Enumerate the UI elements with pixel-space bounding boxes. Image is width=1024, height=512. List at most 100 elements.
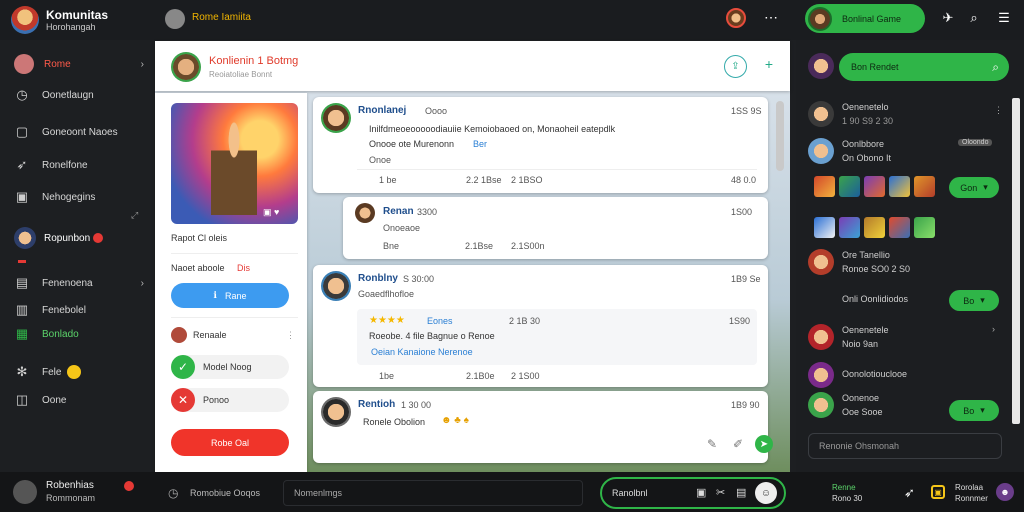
primary-button[interactable]: ℹ Rane xyxy=(171,283,289,308)
reply-stat[interactable]: 2.1S00n xyxy=(511,241,545,251)
sidebar-item-profile[interactable]: Ropunbon xyxy=(14,227,144,249)
post-link[interactable]: Ber xyxy=(473,139,487,149)
list-item[interactable]: Renaale ⋮ xyxy=(171,325,295,345)
game-thumbnail[interactable] xyxy=(864,217,885,238)
share-icon[interactable]: ⇪ xyxy=(724,55,747,78)
post-author[interactable]: Rnonlanej xyxy=(358,105,406,116)
scrollbar[interactable] xyxy=(776,101,784,171)
post-stat[interactable]: 2 1BSO xyxy=(511,175,543,185)
message-input[interactable]: Renonie Ohsmonah xyxy=(808,433,1002,459)
gif-icon[interactable]: ▤ xyxy=(736,486,746,499)
bottom-search[interactable]: Nomenlmgs xyxy=(283,480,583,506)
bo-button-2[interactable]: Bo ▾ xyxy=(949,400,999,421)
list-item[interactable]: ✓ Model Noog xyxy=(171,355,289,379)
chevron-right-icon[interactable]: › xyxy=(992,324,995,334)
sidebar-item-chat[interactable]: ▢ Goneoont Naoes xyxy=(14,121,144,143)
go-button[interactable]: Gon ▾ xyxy=(949,177,999,198)
sidebar-item-games[interactable]: ▦ Bonlado xyxy=(14,323,144,345)
contact-row[interactable]: Oenenetelo 1 90 S9 2 30 ⋮ xyxy=(808,101,1008,131)
sidebar-item-label: Nehogegins xyxy=(42,191,96,203)
game-thumbnail[interactable] xyxy=(889,217,910,238)
avatar-action-icon[interactable]: ☺ xyxy=(755,482,777,504)
game-thumbnail[interactable] xyxy=(914,176,935,197)
send-icon[interactable]: ➤ xyxy=(755,435,773,453)
bo-button[interactable]: Bo ▾ xyxy=(949,290,999,311)
game-thumbnails xyxy=(814,217,939,241)
contact-row[interactable]: Ore Tanellio Ronoe SO0 2 S0 xyxy=(808,249,1008,279)
sidebar-item-label: Fenebolel xyxy=(42,304,86,316)
game-thumbnail[interactable] xyxy=(864,176,885,197)
sidebar-item-clock[interactable]: ◷ Oonetlaugn xyxy=(14,84,144,106)
more-icon[interactable]: ⋮ xyxy=(994,105,1003,116)
post-stat[interactable]: 1 be xyxy=(379,175,397,185)
game-thumbnail[interactable] xyxy=(814,217,835,238)
post-avatar[interactable] xyxy=(321,271,351,301)
bottom-left-label[interactable]: Romobiue Ooqos xyxy=(190,488,260,498)
contact-avatar xyxy=(808,249,834,275)
expand-icon[interactable]: ⤢ xyxy=(131,210,138,221)
post-stat[interactable]: 2 1S00 xyxy=(511,371,540,381)
pencil-icon[interactable]: ✎ xyxy=(707,437,717,451)
search-icon[interactable]: ⌕ xyxy=(966,10,982,26)
scrollbar[interactable] xyxy=(1012,98,1020,424)
game-thumbnail[interactable] xyxy=(889,176,910,197)
sidebar-item-messages[interactable]: ▣ Nehogegins xyxy=(14,186,144,208)
sidebar-item-friends[interactable]: ▤ Fenenoena › xyxy=(14,272,144,294)
post-stat[interactable]: 2.1B0e xyxy=(466,371,495,381)
breadcrumb[interactable]: Rome Iamiita xyxy=(192,12,251,23)
reply-stat[interactable]: Bne xyxy=(383,241,399,251)
right-search[interactable]: Bon Rendet ⌕ xyxy=(839,53,1009,81)
attach-icon[interactable]: ✐ xyxy=(733,437,743,451)
game-thumbnail[interactable] xyxy=(839,176,860,197)
reply-author[interactable]: Renan xyxy=(383,206,414,217)
rocket-icon[interactable]: ✈ xyxy=(940,10,956,26)
bottom-avatar[interactable] xyxy=(13,480,37,504)
quoted-author[interactable]: Eones xyxy=(427,316,453,326)
more-dots-icon[interactable]: ⋯ xyxy=(764,9,778,25)
sidebar-item-groups[interactable]: ▥ Fenebolel xyxy=(14,299,144,321)
list-item[interactable]: ✕ Ponoo xyxy=(171,388,289,412)
game-button[interactable]: Bonlinal Game xyxy=(805,4,925,33)
notification-avatar[interactable] xyxy=(726,8,746,28)
game-thumbnail[interactable] xyxy=(814,176,835,197)
sidebar-item-help[interactable]: ◫ Oone xyxy=(14,389,144,411)
user-avatar-small[interactable] xyxy=(165,9,185,29)
post-author[interactable]: Rentioh xyxy=(358,399,395,410)
sidebar-item-home[interactable]: Rome › xyxy=(14,53,144,75)
go-button-label: Gon xyxy=(960,182,978,193)
post-avatar[interactable] xyxy=(321,103,351,133)
contact-row[interactable]: Oonolotiouclooe xyxy=(808,362,1008,388)
reply-stat[interactable]: 2.1Bse xyxy=(465,241,493,251)
quoted-link[interactable]: Oeian Kanaione Nerenoe xyxy=(371,347,473,357)
post-action[interactable]: 48 0.0 xyxy=(731,175,756,185)
game-thumbnail[interactable] xyxy=(839,217,860,238)
sidebar-item-rocket[interactable]: ➶ Ronelfone xyxy=(14,154,144,176)
user-avatar[interactable] xyxy=(808,53,834,79)
post-avatar[interactable] xyxy=(321,397,351,427)
post-stat[interactable]: 2.2 1Bse xyxy=(466,175,502,185)
contact-badge: Oloondo xyxy=(958,139,993,146)
post-author[interactable]: Ronblny xyxy=(358,273,398,284)
reply-avatar[interactable] xyxy=(355,203,375,223)
more-icon[interactable]: ⋮ xyxy=(286,330,295,341)
clock-icon[interactable]: ◷ xyxy=(168,486,178,500)
game-thumbnail[interactable] xyxy=(914,217,935,238)
contact-row[interactable]: Oonlbbore On Obono It Oloondo xyxy=(808,138,1008,168)
badge-icon[interactable]: ▣ xyxy=(931,485,945,499)
quoted-post[interactable]: ★★★★ Eones 2 1B 30 1S90 Roeobe. 4 file B… xyxy=(357,309,757,365)
danger-button-label: Robe Oal xyxy=(210,437,250,448)
contact-row[interactable]: Oenenetele Noio 9an › xyxy=(808,324,1008,354)
post-stat[interactable]: 1be xyxy=(379,371,394,381)
sidebar-item-settings[interactable]: ✻ Fele xyxy=(14,361,144,383)
danger-button[interactable]: Robe Oal xyxy=(171,429,289,456)
contact-sub: Noio 9an xyxy=(842,339,879,349)
compose-box[interactable]: Ranolbnl ▣ ✂ ▤ ☺ xyxy=(600,477,786,509)
menu-icon[interactable]: ☰ xyxy=(996,10,1012,26)
page-avatar xyxy=(171,52,201,82)
profile-icon[interactable]: ☻ xyxy=(996,483,1014,501)
add-icon[interactable]: + xyxy=(761,56,777,72)
rocket-icon[interactable]: ➶ xyxy=(904,485,915,501)
game-thumbnail[interactable]: ▣ ♥ xyxy=(171,103,298,224)
image-icon[interactable]: ▣ xyxy=(696,486,706,499)
tool-icon[interactable]: ✂ xyxy=(716,486,725,499)
